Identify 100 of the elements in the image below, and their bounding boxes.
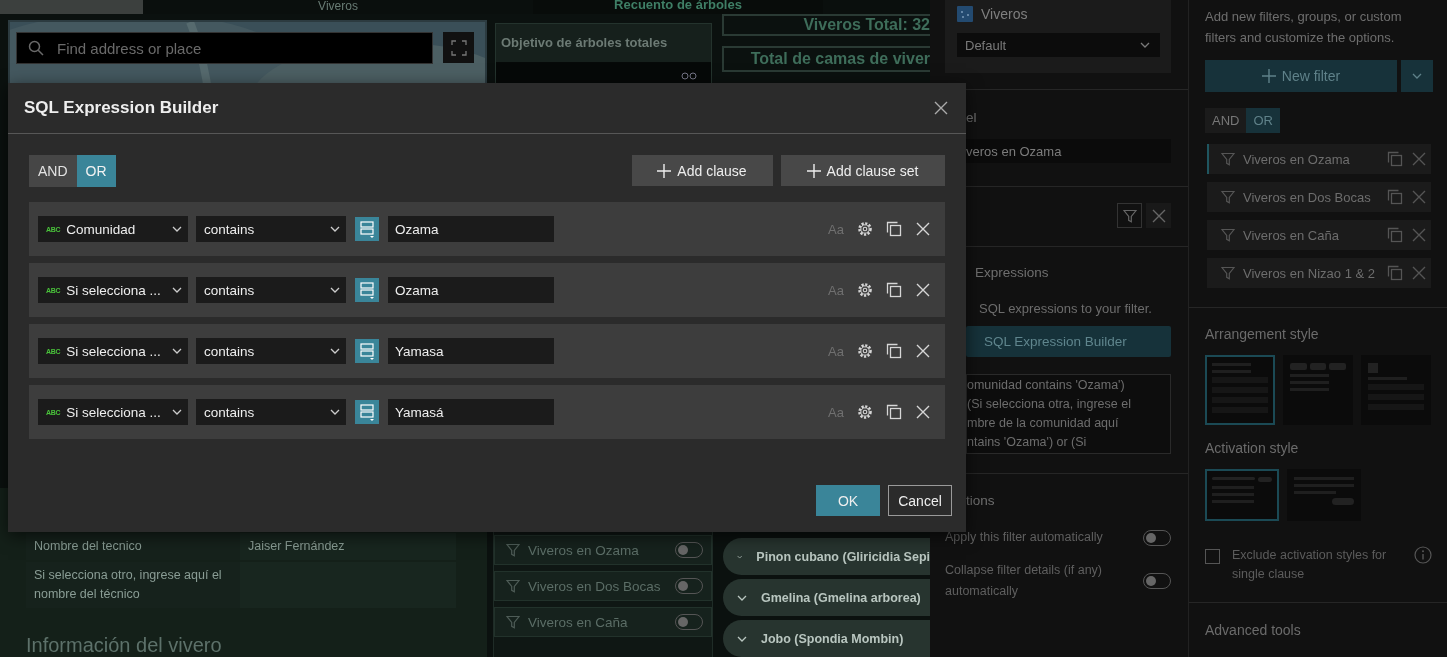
section-title: Información del vivero <box>26 634 223 657</box>
section-heading: Activation style <box>1205 440 1300 456</box>
copy-icon <box>1387 151 1403 167</box>
chevron-icon <box>330 409 340 415</box>
accordion-item[interactable]: Jobo (Spondia Mombin) <box>723 620 930 657</box>
value-field[interactable]: Ozama <box>388 277 554 303</box>
chevron-icon <box>330 287 340 293</box>
description-text: Add new filters, groups, or custom filters and customize the options. <box>1205 8 1403 47</box>
list-icon <box>359 403 375 421</box>
field-label: Nombre del tecnico <box>26 533 240 560</box>
operator-dropdown[interactable]: contains <box>196 216 346 242</box>
list-icon <box>359 281 375 299</box>
search-field[interactable]: Find address or place <box>16 32 433 64</box>
dashboard-tab[interactable]: Viveros <box>143 0 533 14</box>
funnel-icon <box>506 543 520 557</box>
value-field[interactable]: Ozama <box>388 216 554 242</box>
funnel-icon <box>1221 228 1235 242</box>
close-icon <box>915 404 931 420</box>
funnel-icon <box>1221 190 1235 204</box>
section-heading: Expressions <box>975 264 1050 282</box>
dialog-title: SQL Expression Builder <box>24 98 219 118</box>
filter-item[interactable]: Viveros en Dos Bocas <box>494 571 712 601</box>
copy-icon <box>886 404 902 420</box>
accordion-item[interactable]: Pinon cubano (Gliricidia Sepi <box>723 538 930 575</box>
accordion-item[interactable]: Gmelina (Gmelina arborea) <box>723 579 930 616</box>
value-type-button[interactable] <box>355 217 379 241</box>
chevron-icon <box>737 553 743 560</box>
dropdown-button[interactable] <box>1401 60 1433 92</box>
funnel-icon <box>506 615 520 629</box>
hint-text: SQL expressions to your filter. <box>979 301 1153 316</box>
filter-item[interactable]: Viveros en Caña <box>1207 220 1431 250</box>
settings-icon <box>857 404 873 420</box>
view-dropdown[interactable]: Default <box>957 33 1160 57</box>
clear-button[interactable] <box>1146 203 1171 228</box>
checkbox-label: Exclude activation styles for single clause <box>1232 547 1388 583</box>
section-heading: Advanced tools <box>1205 622 1302 638</box>
chevron-icon <box>737 594 747 601</box>
funnel-icon <box>1221 266 1235 280</box>
filter-button[interactable] <box>1117 203 1142 228</box>
card-title: Objetivo de árboles totales <box>501 35 668 50</box>
copy-icon <box>1387 227 1403 243</box>
field-value: Jaiser Fernández <box>247 538 346 555</box>
section-heading: tions <box>966 492 996 510</box>
logic-toggle[interactable]: OR <box>1246 108 1280 133</box>
label-field[interactable]: veros en Ozama <box>966 139 1171 163</box>
filter-item[interactable]: Viveros en Ozama <box>1207 144 1431 174</box>
filter-item[interactable]: Viveros en Ozama <box>494 535 712 565</box>
arrangement-thumbnail[interactable] <box>1205 355 1275 425</box>
copy-icon <box>886 282 902 298</box>
logic-toggle[interactable]: OR <box>76 155 116 187</box>
expression-field[interactable]: omunidad contains 'Ozama') (Si selecciona otra, ingrese el mbre de la comunidad aquí ntains 'Ozama') or (Si <box>966 374 1171 454</box>
value-type-button[interactable] <box>355 400 379 424</box>
close-icon <box>1411 189 1427 205</box>
activation-thumbnail[interactable] <box>1205 469 1279 521</box>
chevron-icon <box>330 226 340 232</box>
close-icon <box>1411 265 1427 281</box>
filter-item[interactable]: Viveros en Nizao 1 & 2 <box>1207 258 1431 288</box>
chevron-icon <box>172 226 182 232</box>
add-button[interactable]: Add clause <box>632 155 773 186</box>
filter-item[interactable]: Viveros en Dos Bocas <box>1207 182 1431 212</box>
copy-icon <box>886 221 902 237</box>
field-label: Si selecciona otro, ingrese aquí el nombre del técnico <box>26 562 240 608</box>
option-label: Apply this filter automatically <box>945 529 1104 546</box>
close-icon <box>1411 151 1427 167</box>
value-field[interactable]: Yamasá <box>388 399 554 425</box>
close-icon <box>933 100 949 116</box>
funnel-icon <box>1122 208 1137 223</box>
value-type-button[interactable] <box>355 339 379 363</box>
value-type-button[interactable] <box>355 278 379 302</box>
copy-icon <box>1387 189 1403 205</box>
chevron-icon <box>330 348 340 354</box>
close-icon <box>915 343 931 359</box>
fullscreen-button[interactable] <box>443 32 474 63</box>
chevron-icon <box>1412 73 1422 79</box>
filter-item[interactable]: Viveros en Caña <box>494 607 712 637</box>
funnel-icon <box>506 579 520 593</box>
list-icon <box>359 220 375 238</box>
operator-dropdown[interactable]: contains <box>196 277 346 303</box>
section-heading: Arrangement style <box>1205 326 1320 342</box>
chevron-icon <box>172 348 182 354</box>
plus-icon <box>657 163 672 178</box>
copy-icon <box>886 343 902 359</box>
logic-toggle[interactable]: AND <box>29 155 77 187</box>
settings-icon <box>857 343 873 359</box>
close-icon <box>1150 207 1167 224</box>
value-field[interactable]: Yamasa <box>388 338 554 364</box>
builder-button[interactable]: SQL Expression Builder <box>966 326 1171 357</box>
new-filter-button[interactable]: New filter <box>1205 60 1397 92</box>
checkbox[interactable] <box>1205 549 1220 564</box>
logic-toggle[interactable]: AND <box>1205 108 1247 133</box>
ok-button[interactable]: OK <box>816 485 880 516</box>
close-icon <box>915 282 931 298</box>
operator-dropdown[interactable]: contains <box>196 399 346 425</box>
cancel-button[interactable]: Cancel <box>888 485 952 516</box>
stat-box: Viveros Total: 32 <box>722 14 930 36</box>
fullscreen-icon <box>450 39 467 56</box>
add-button[interactable]: Add clause set <box>781 155 945 186</box>
chevron-icon <box>172 287 182 293</box>
operator-dropdown[interactable]: contains <box>196 338 346 364</box>
activation-thumbnail[interactable] <box>1287 469 1361 521</box>
